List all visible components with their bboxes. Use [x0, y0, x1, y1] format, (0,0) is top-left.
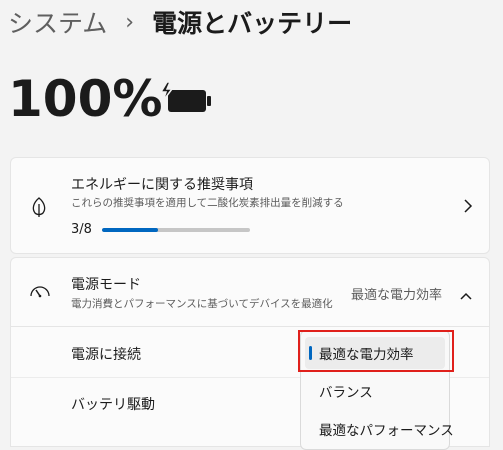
on-battery-label: バッテリ駆動	[71, 397, 155, 413]
battery-charging-icon	[159, 81, 214, 122]
breadcrumb: システム › 電源とバッテリー	[8, 4, 352, 40]
power-mode-title: 電源モード	[71, 277, 141, 293]
dropdown-option-balanced[interactable]: バランス	[319, 381, 373, 401]
gauge-icon	[29, 282, 51, 304]
power-mode-current-value: 最適な電力効率	[351, 288, 443, 303]
energy-recommendations-card[interactable]: エネルギーに関する推奨事項 これらの推奨事項を適用して二酸化炭素排出量を削減する…	[10, 157, 490, 254]
dropdown-option-best-performance[interactable]: 最適なパフォーマンス	[319, 419, 454, 439]
recommendations-subtitle: これらの推奨事項を適用して二酸化炭素排出量を削減する	[71, 197, 344, 209]
plugged-in-label: 電源に接続	[71, 347, 141, 363]
breadcrumb-separator: ›	[125, 9, 135, 35]
leaf-icon	[29, 196, 49, 222]
page-title: 電源とバッテリー	[152, 9, 353, 38]
battery-percentage: 100%	[8, 70, 163, 128]
chevron-up-icon[interactable]	[459, 286, 473, 305]
recommendations-progress-fill	[102, 228, 158, 232]
power-mode-header[interactable]: 電源モード 電力消費とパフォーマンスに基づいてデバイスを最適化 最適な電力効率	[11, 258, 489, 326]
recommendations-progress-text: 3/8	[71, 222, 92, 237]
power-mode-subtitle: 電力消費とパフォーマンスに基づいてデバイスを最適化	[71, 298, 333, 310]
breadcrumb-system[interactable]: システム	[8, 4, 107, 40]
recommendations-title: エネルギーに関する推奨事項	[71, 177, 253, 193]
highlight-annotation-box	[298, 330, 454, 372]
chevron-right-icon[interactable]	[463, 198, 473, 218]
divider	[11, 326, 489, 327]
recommendations-progress-bar	[102, 228, 250, 232]
